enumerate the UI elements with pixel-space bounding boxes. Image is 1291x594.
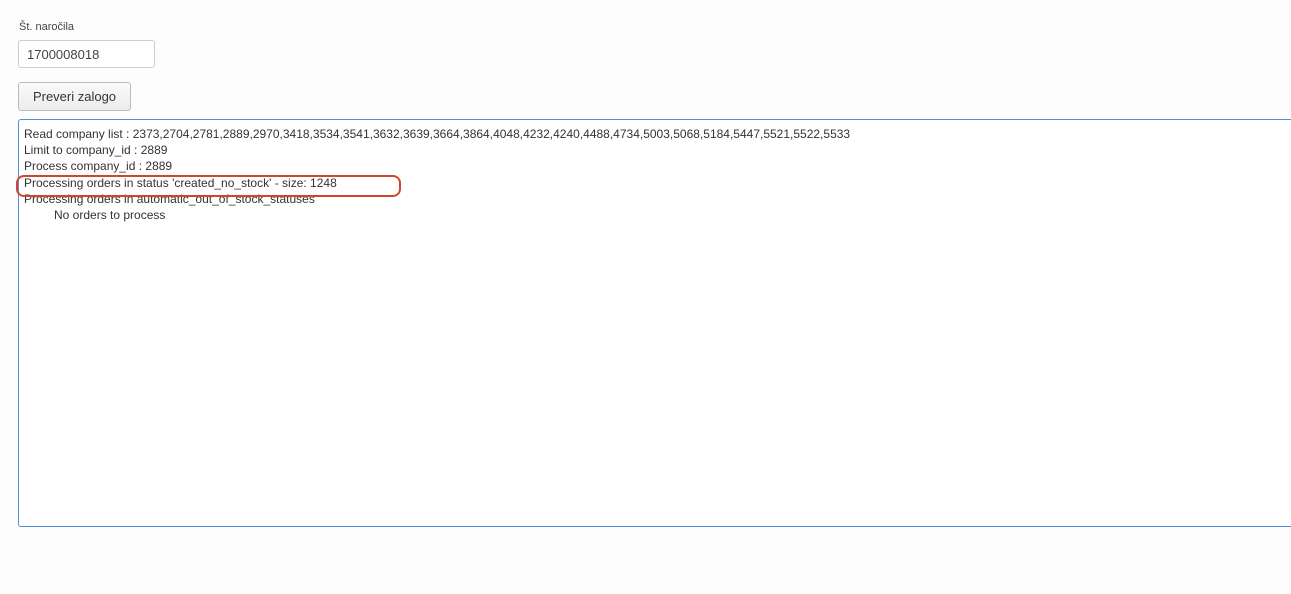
check-stock-button[interactable]: Preveri zalogo [18, 82, 131, 111]
log-line: Limit to company_id : 2889 [24, 143, 168, 158]
log-line-highlighted: Processing orders in status 'created_no_… [24, 175, 337, 190]
log-line: Read company list : 2373,2704,2781,2889,… [24, 127, 851, 141]
order-number-label: Št. naročila [19, 21, 75, 33]
log-line: Process company_id : 2889 [24, 159, 173, 174]
order-number-input[interactable] [18, 40, 155, 68]
output-log-textarea[interactable]: Read company list : 2373,2704,2781,2889,… [18, 119, 1291, 527]
log-line: Processing orders in automatic_out_of_st… [24, 191, 315, 206]
log-line: No orders to process [54, 208, 166, 223]
